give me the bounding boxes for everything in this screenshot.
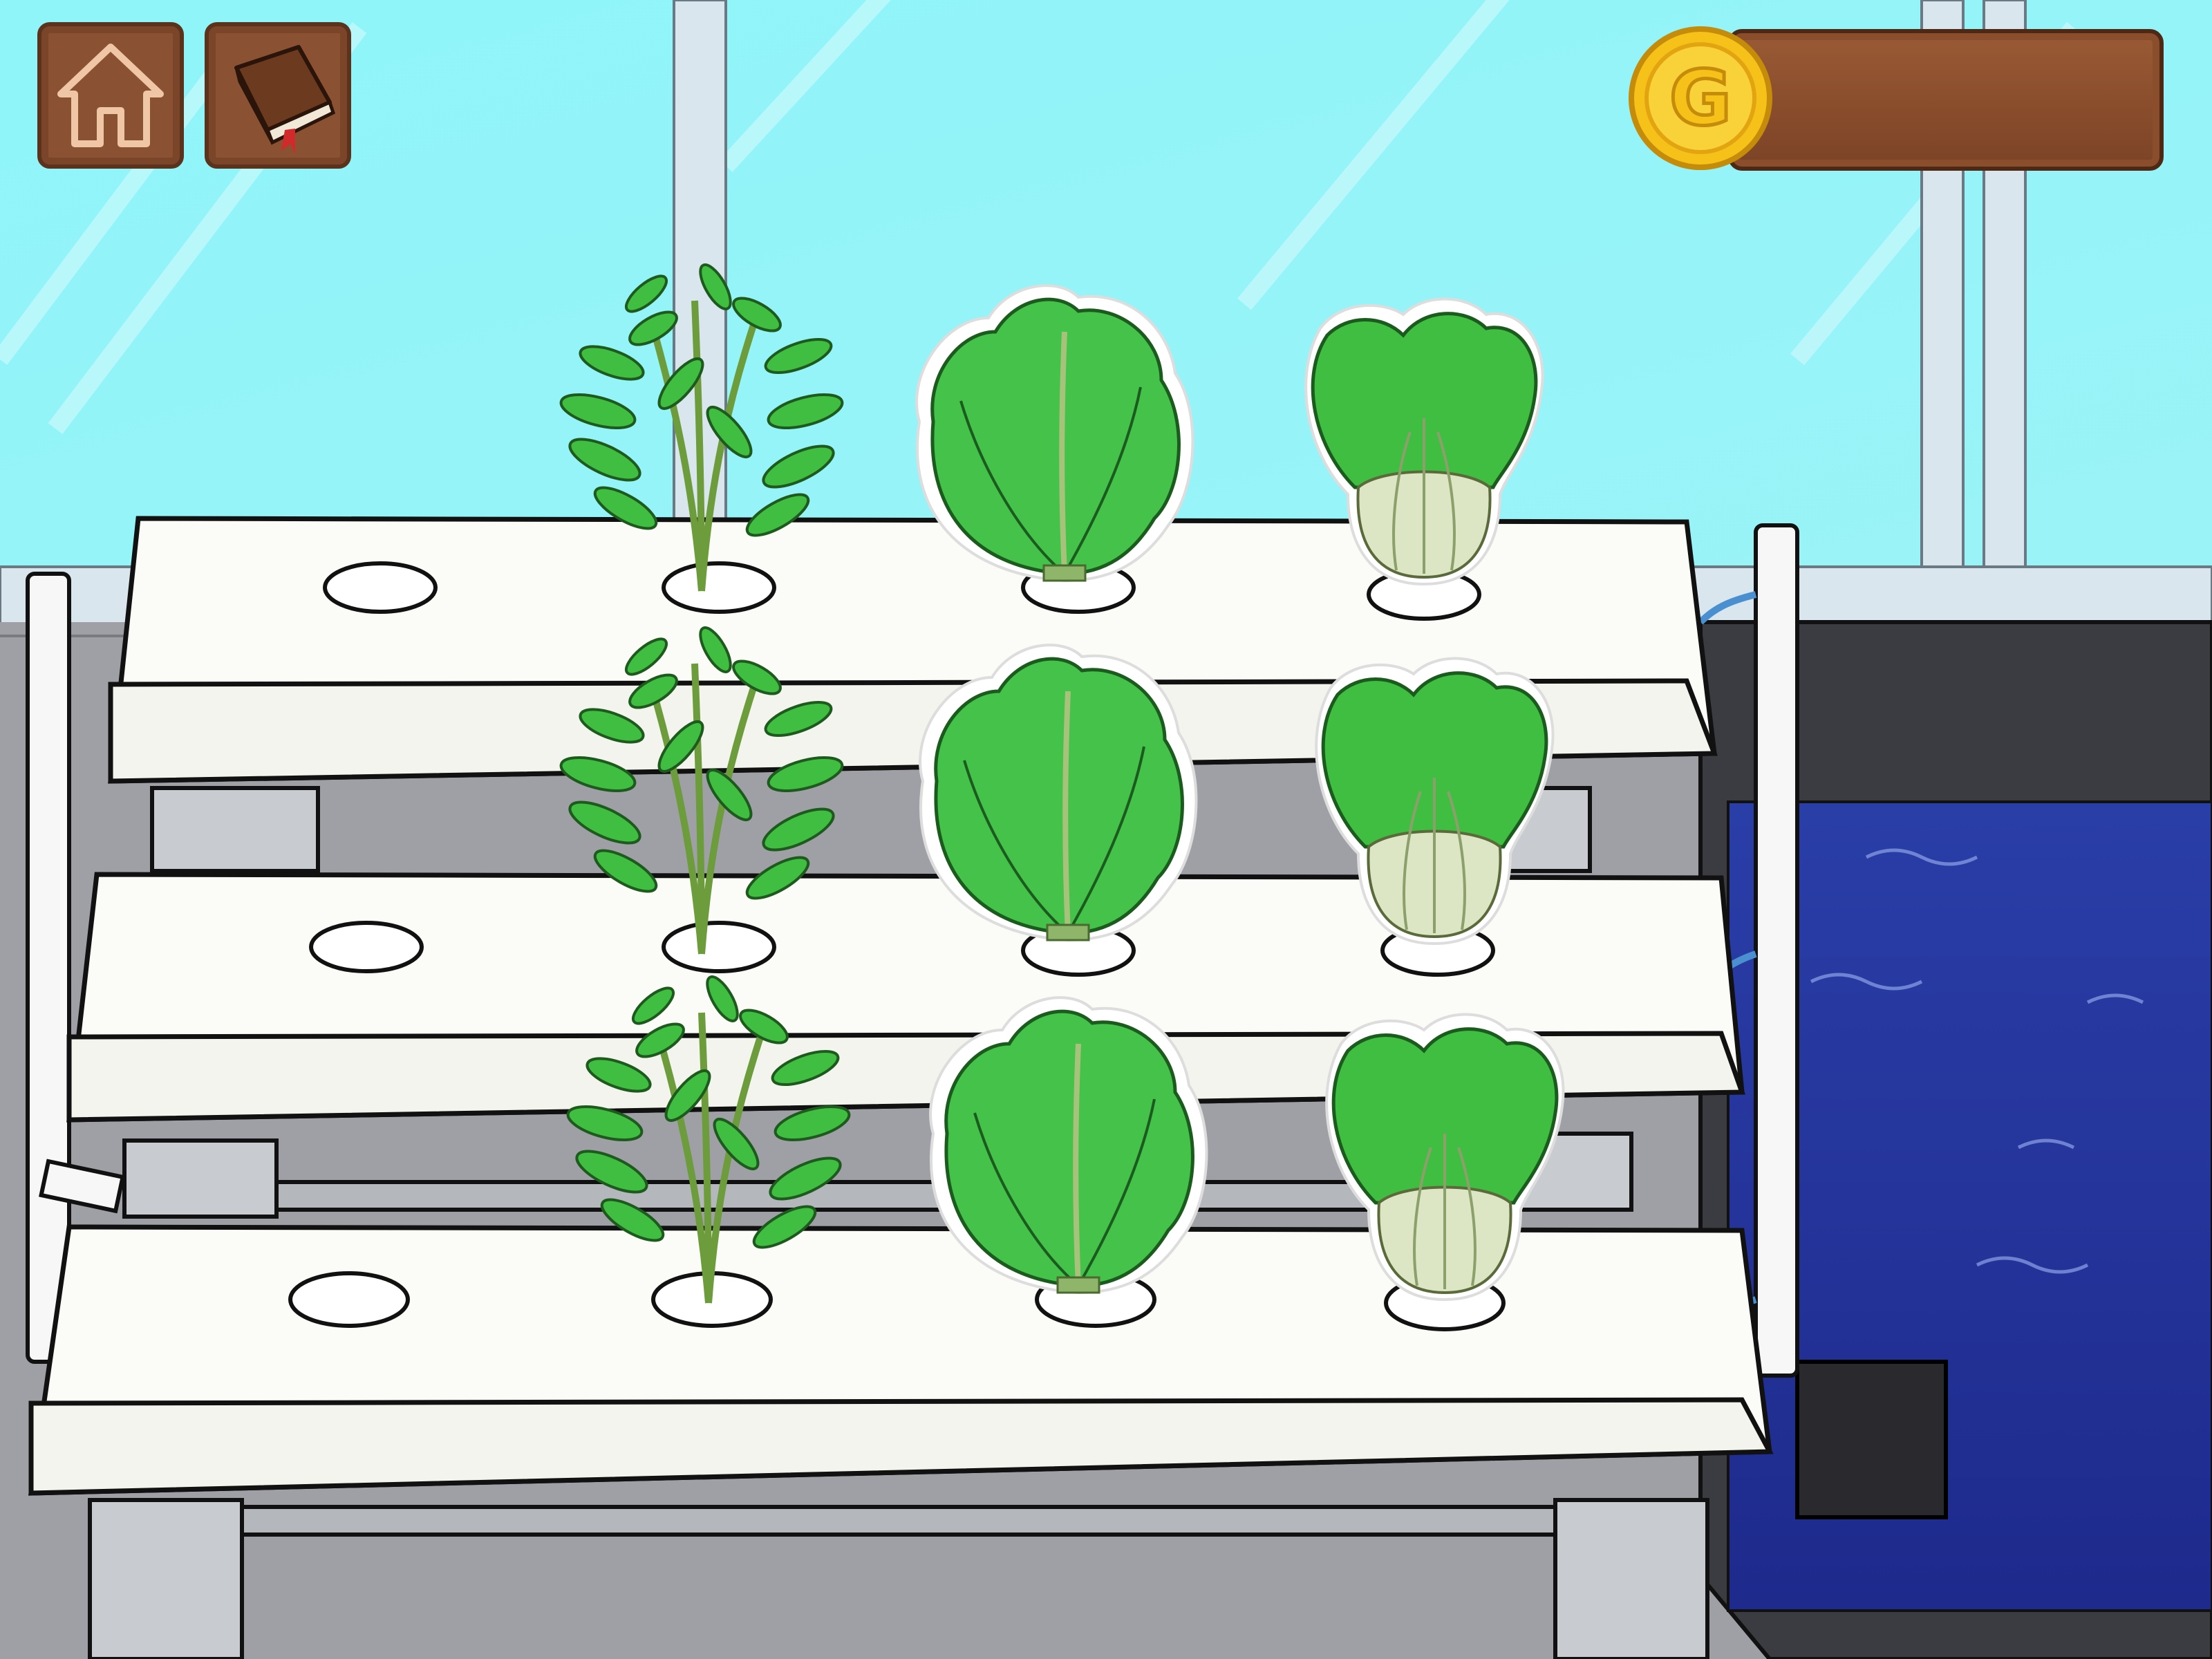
plant-lettuce-row2[interactable] bbox=[920, 645, 1196, 940]
coin-symbol: G bbox=[1669, 54, 1732, 142]
hydroponic-greenhouse-scene bbox=[0, 0, 2212, 1659]
home-button[interactable] bbox=[37, 22, 184, 169]
plant-lettuce-row3[interactable] bbox=[930, 997, 1206, 1293]
supply-pipe bbox=[1754, 523, 1799, 1378]
drain-pipe bbox=[26, 572, 71, 1364]
plant-lettuce-row1[interactable] bbox=[917, 285, 1192, 581]
book-icon bbox=[234, 45, 336, 154]
water-pump bbox=[1795, 1360, 1948, 1519]
book-button[interactable] bbox=[205, 22, 351, 169]
coin-counter: G bbox=[1624, 22, 2171, 181]
grow-channels bbox=[28, 516, 1774, 1496]
gold-coin-icon: G bbox=[1629, 26, 1772, 170]
home-icon bbox=[57, 44, 164, 147]
coin-board bbox=[1728, 29, 2164, 171]
